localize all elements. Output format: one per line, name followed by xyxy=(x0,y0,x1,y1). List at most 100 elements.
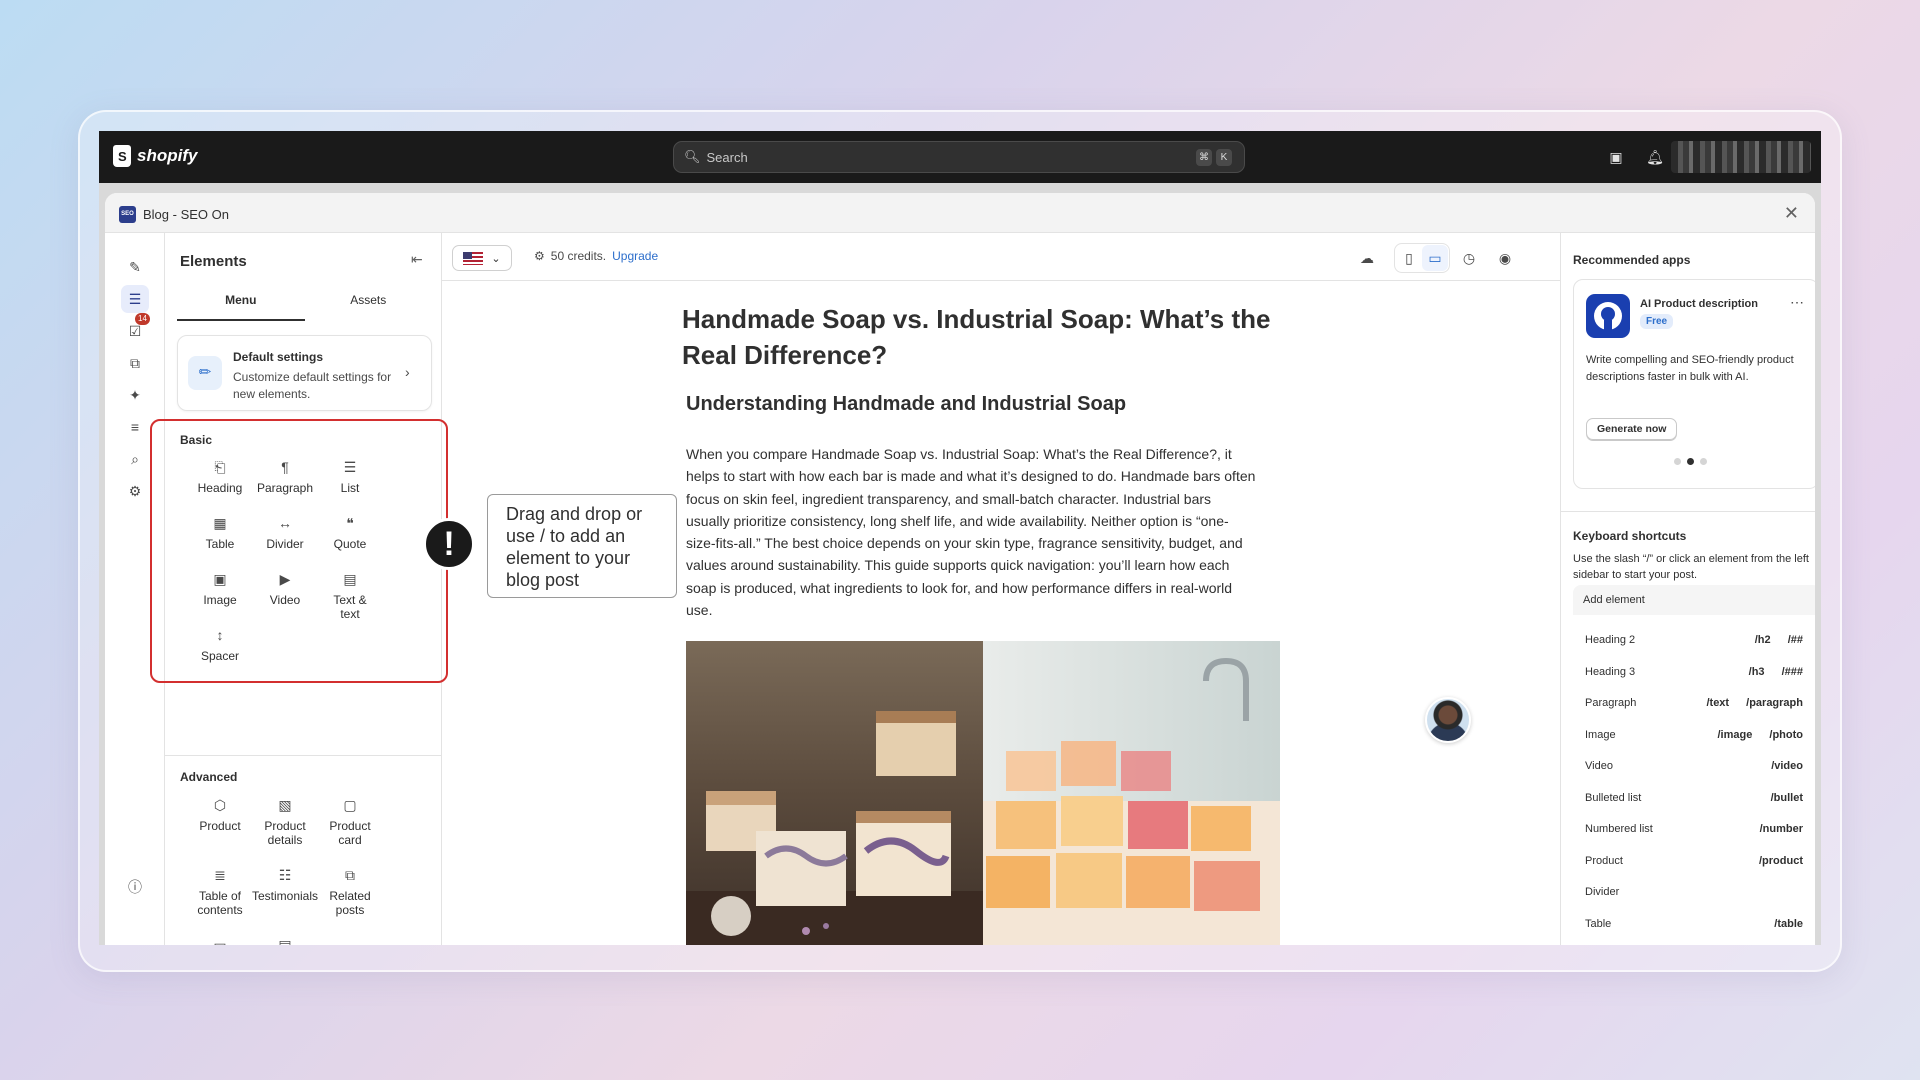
outline-icon[interactable]: ≡ xyxy=(121,413,149,441)
carousel-dot[interactable] xyxy=(1674,458,1681,465)
element-label: Video xyxy=(269,593,301,607)
history-icon[interactable]: ◷ xyxy=(1456,245,1482,271)
shortcut-name: Product xyxy=(1585,854,1623,867)
seo-search-icon[interactable]: ⌕ xyxy=(121,445,149,473)
browser-screen: shopify 🔍︎ Search ⌘ K ▣ 🔔︎ SEO Blog - SE… xyxy=(99,131,1821,945)
shortcut-row[interactable]: Heading 2/h2 /## xyxy=(1585,630,1803,650)
icon-sidebar: ✎ ☰ ☑ 14 ⧉ ✦ ≡ ⌕ ⚙ ⓘ xyxy=(105,233,165,945)
carousel-dots xyxy=(1674,458,1707,465)
account-menu[interactable] xyxy=(1671,141,1811,173)
element-label: Product xyxy=(199,819,241,833)
editor-toolbar: ⌄ ⚙ 50 credits. Upgrade ☁ ▯ ▭ ◷ ◉ xyxy=(442,233,1560,281)
elements-icon[interactable]: ☰ xyxy=(121,285,149,313)
shortcut-row[interactable]: Image/image /photo xyxy=(1585,725,1803,745)
tab-assets[interactable]: Assets xyxy=(305,279,433,321)
panel-title: Elements xyxy=(180,253,247,270)
more-options-icon[interactable]: ⋯ xyxy=(1790,294,1804,311)
checklist-count-badge: 14 xyxy=(135,313,150,325)
carousel-dot[interactable] xyxy=(1700,458,1707,465)
shortcut-name: Table xyxy=(1585,917,1612,930)
collapse-panel-icon[interactable]: ⇤ xyxy=(411,251,423,268)
shopify-logo[interactable]: shopify xyxy=(113,145,197,167)
cloud-icon[interactable]: ☁ xyxy=(1354,245,1380,271)
edit-icon[interactable]: ✎ xyxy=(121,253,149,281)
search-bar[interactable]: 🔍︎ Search ⌘ K xyxy=(673,141,1245,173)
shortcut-name: Divider xyxy=(1585,886,1620,898)
sparkle-icon[interactable]: ✦ xyxy=(121,381,149,409)
shortcut-keys: /text /paragraph xyxy=(1706,697,1803,709)
shortcut-row[interactable]: Bulleted list/bullet xyxy=(1585,788,1803,808)
element-cta-banner[interactable]: ▬CTA banner xyxy=(310,937,390,945)
help-icon[interactable]: ⓘ xyxy=(121,873,149,901)
desktop-icon[interactable]: ▭ xyxy=(1422,245,1448,271)
pencil-icon: ✏ xyxy=(188,356,222,390)
article-title[interactable]: Handmade Soap vs. Industrial Soap: What’… xyxy=(682,301,1282,373)
element-label: Table xyxy=(205,537,235,551)
store-icon[interactable]: ▣ xyxy=(1607,148,1625,166)
shortcut-row[interactable]: Table/table xyxy=(1585,914,1803,934)
spacer-icon: ↕ xyxy=(216,627,224,643)
upgrade-link[interactable]: Upgrade xyxy=(612,249,658,263)
carousel-dot-active[interactable] xyxy=(1687,458,1694,465)
element-quote[interactable]: ❝ Quote xyxy=(310,515,390,551)
shortcut-keys: /product xyxy=(1759,854,1803,867)
ai-product-logo-icon xyxy=(1586,294,1630,338)
exclamation-icon: ! xyxy=(423,518,475,570)
shortcut-row[interactable]: Video/video xyxy=(1585,756,1803,776)
close-icon[interactable]: ✕ xyxy=(1784,203,1799,224)
element-label: Spacer xyxy=(200,649,240,663)
layers-icon[interactable]: ⧉ xyxy=(121,349,149,377)
search-icon: 🔍︎ xyxy=(684,149,701,164)
shopify-bag-icon xyxy=(113,145,131,167)
language-selector[interactable]: ⌄ xyxy=(452,245,512,271)
settings-icon[interactable]: ⚙ xyxy=(121,477,149,505)
element-spacer[interactable]: ↕ Spacer xyxy=(180,627,260,663)
preview-icon[interactable]: ◉ xyxy=(1492,245,1518,271)
shortcut-row[interactable]: Divider xyxy=(1585,882,1803,902)
element-label: Image xyxy=(203,593,237,607)
element-product-card[interactable]: ▢ Product card xyxy=(310,797,390,847)
element-label: Paragraph xyxy=(256,481,314,495)
credits-text: 50 credits. xyxy=(550,249,607,263)
element-list[interactable]: ☰ List xyxy=(310,459,390,495)
shortcut-row[interactable]: Product/product xyxy=(1585,851,1803,871)
shopify-topbar: shopify 🔍︎ Search ⌘ K ▣ 🔔︎ xyxy=(99,131,1821,183)
article-image[interactable] xyxy=(686,641,1280,945)
app-name: AI Product description xyxy=(1640,298,1758,310)
shortcut-keys: /table xyxy=(1774,917,1803,930)
shortcut-name: Numbered list xyxy=(1585,823,1653,835)
advanced-section-label: Advanced xyxy=(180,770,238,784)
default-settings-card[interactable]: ✏ Default settings Customize default set… xyxy=(177,335,432,411)
shortcut-keys: /h2 /## xyxy=(1754,634,1803,646)
soap-photo xyxy=(686,641,1280,945)
mobile-icon[interactable]: ▯ xyxy=(1396,245,1422,271)
element-text-text[interactable]: ▤ Text & text xyxy=(310,571,390,621)
elements-panel: Elements ⇤ Menu Assets ✏ Default setting… xyxy=(165,233,442,945)
related-posts-icon: ⧉ xyxy=(345,867,355,883)
article-body[interactable]: When you compare Handmade Soap vs. Indus… xyxy=(686,443,1256,621)
tab-menu[interactable]: Menu xyxy=(177,279,305,321)
right-divider xyxy=(1561,511,1815,512)
element-related-posts[interactable]: ⧉ Related posts xyxy=(310,867,390,917)
product-card-icon: ▢ xyxy=(343,797,357,813)
generate-now-button[interactable]: Generate now xyxy=(1586,418,1678,440)
add-element-header: Add element xyxy=(1573,585,1815,615)
shortcut-keys: /number xyxy=(1759,823,1803,835)
basic-section-label: Basic xyxy=(180,433,213,447)
shortcut-name: Heading 2 xyxy=(1585,634,1636,646)
bell-icon[interactable]: 🔔︎ xyxy=(1646,148,1664,166)
shortcut-row[interactable]: Numbered list/number xyxy=(1585,819,1803,839)
editor-canvas[interactable]: Handmade Soap vs. Industrial Soap: What’… xyxy=(442,281,1560,945)
shortcut-row[interactable]: Paragraph/text /paragraph xyxy=(1585,693,1803,713)
element-label: Product details xyxy=(264,819,306,847)
shortcut-keys: /image /photo xyxy=(1717,728,1804,741)
checklist-icon[interactable]: ☑ 14 xyxy=(121,313,150,345)
credits-info: ⚙ 50 credits. Upgrade xyxy=(534,249,658,263)
list-icon: ☰ xyxy=(343,459,357,475)
article-subtitle[interactable]: Understanding Handmade and Industrial So… xyxy=(686,393,1126,416)
shortcut-row[interactable]: Heading 3/h3 /### xyxy=(1585,662,1803,682)
element-label: Product card xyxy=(329,819,371,847)
support-avatar[interactable] xyxy=(1425,697,1471,743)
app-description: Write compelling and SEO-friendly produc… xyxy=(1586,354,1794,383)
window-header: SEO Blog - SEO On ✕ xyxy=(105,193,1815,233)
